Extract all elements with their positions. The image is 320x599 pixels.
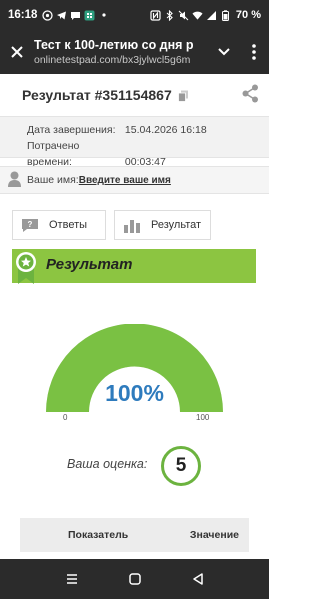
result-header: Результат #351154867 — [0, 74, 269, 116]
finish-date-label: Дата завершения: — [27, 124, 116, 136]
banner-title: Результат — [46, 256, 133, 273]
user-name-row: Ваше имя: Введите ваше имя — [0, 166, 269, 194]
col-indicator-header: Показатель — [68, 529, 129, 541]
answers-button-label: Ответы — [49, 219, 88, 231]
gauge-percent: 100% — [105, 380, 164, 406]
bar-chart-icon — [124, 219, 140, 233]
grade-badge: 5 — [161, 446, 201, 486]
share-icon[interactable] — [242, 84, 259, 108]
finish-date-row: Дата завершения: 15.04.2026 16:18 — [27, 122, 269, 138]
grid-app-icon — [84, 10, 95, 21]
gauge-max-label: 100 — [196, 413, 210, 422]
user-name-label: Ваше имя: — [27, 174, 79, 186]
results-table-header: Показатель Значение — [20, 518, 249, 552]
chat-icon — [70, 10, 81, 21]
result-heading: Результат #351154867 — [22, 87, 172, 103]
back-triangle-icon — [192, 573, 203, 585]
svg-text:?: ? — [28, 220, 33, 229]
menu-button[interactable] — [239, 30, 269, 74]
gauge-min-label: 0 — [63, 413, 68, 422]
battery-icon — [220, 9, 231, 21]
expand-button[interactable] — [209, 30, 239, 74]
question-chat-icon: ? — [22, 218, 38, 232]
system-nav-bar — [0, 559, 269, 599]
bluetooth-icon — [164, 9, 175, 21]
browser-toolbar: Тест к 100-летию со дня р onlinetestpad.… — [0, 30, 269, 74]
copy-icon[interactable] — [178, 89, 189, 107]
telegram-icon — [56, 10, 67, 21]
close-tab-button[interactable] — [0, 30, 34, 74]
close-icon — [11, 46, 23, 58]
col-value-header: Значение — [189, 529, 239, 541]
back-button[interactable] — [183, 564, 213, 594]
page-url: onlinetestpad.com/bx3jylwcl5g6m — [34, 54, 191, 66]
more-vert-icon — [252, 44, 256, 60]
clock: 16:18 — [8, 9, 38, 21]
mute-icon — [178, 10, 189, 21]
page-content: Результат #351154867 Дата завершения: 15… — [0, 74, 269, 559]
system-icons: 70 % — [150, 9, 261, 21]
page-info[interactable]: Тест к 100-летию со дня р onlinetestpad.… — [34, 38, 209, 66]
notification-icons — [42, 9, 109, 21]
screen: 16:18 70 % Тест к 100-летию со дня р onl… — [0, 0, 269, 599]
home-button[interactable] — [120, 564, 150, 594]
grade-label: Ваша оценка: — [67, 457, 148, 471]
result-banner: Результат — [12, 249, 256, 284]
result-button[interactable]: Результат — [114, 210, 211, 240]
battery-percent: 70 % — [235, 9, 261, 21]
award-ribbon-icon — [13, 251, 39, 290]
recent-apps-button[interactable] — [57, 564, 87, 594]
menu-lines-icon — [66, 574, 77, 584]
signal-icon — [206, 10, 217, 21]
finish-date-value: 15.04.2026 16:18 — [124, 124, 207, 136]
page-title: Тест к 100-летию со дня р — [34, 38, 194, 52]
wifi-icon — [192, 10, 203, 21]
result-info: Дата завершения: 15.04.2026 16:18 Потрач… — [0, 116, 269, 168]
chevron-down-icon — [218, 48, 230, 56]
status-bar: 16:18 70 % — [0, 0, 269, 30]
answers-button[interactable]: ? Ответы — [12, 210, 106, 240]
enter-name-link[interactable]: Введите ваше имя — [79, 175, 171, 186]
home-square-icon — [128, 573, 141, 585]
user-icon — [8, 171, 21, 190]
result-button-label: Результат — [151, 219, 202, 231]
dot-icon — [98, 10, 109, 21]
nfc-icon — [150, 9, 161, 21]
whatsapp-icon — [42, 9, 54, 21]
